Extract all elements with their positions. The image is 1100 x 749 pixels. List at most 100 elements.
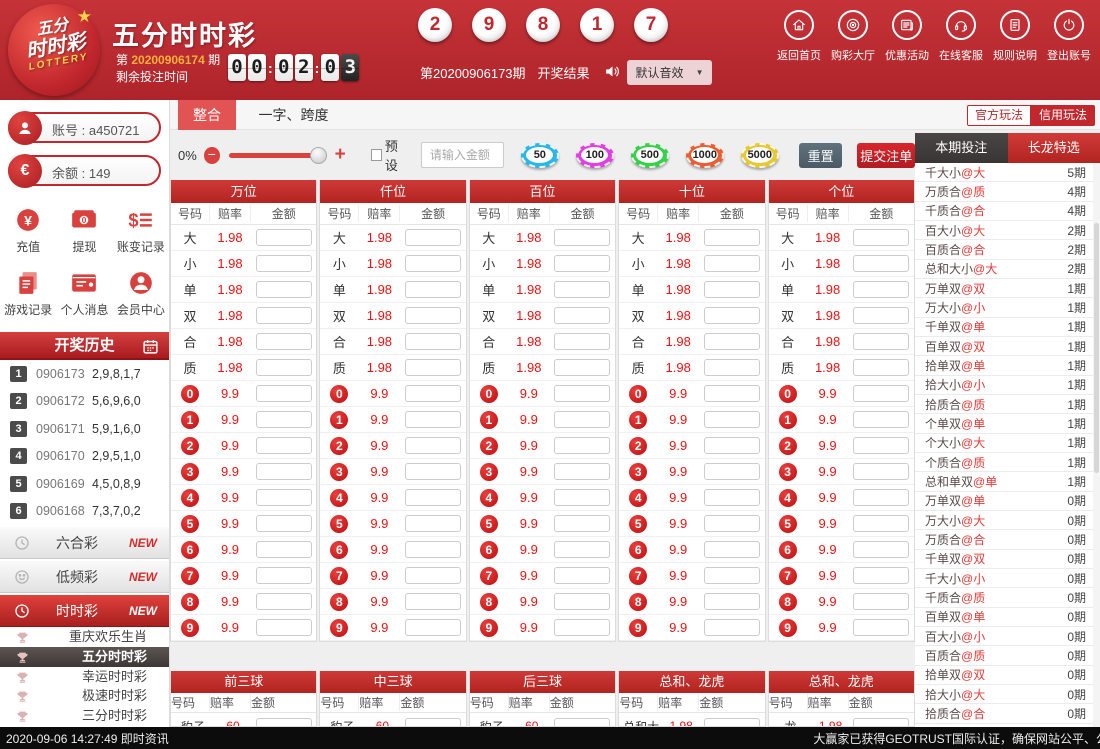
bet-amount-input[interactable]	[853, 411, 909, 428]
bet-amount-input[interactable]	[554, 463, 610, 480]
bet-amount-input[interactable]	[704, 307, 760, 324]
category-时时彩[interactable]: 时时彩NEW	[0, 594, 169, 627]
calendar-icon[interactable]	[142, 337, 159, 365]
bet-amount-input[interactable]	[554, 411, 610, 428]
bet-amount-input[interactable]	[554, 593, 610, 610]
chip-500[interactable]: 500	[631, 143, 669, 168]
bet-amount-input[interactable]	[853, 229, 909, 246]
bet-amount-input[interactable]	[256, 333, 312, 350]
bet-amount-input[interactable]	[405, 489, 461, 506]
tab-current-bets[interactable]: 本期投注	[915, 133, 1008, 163]
bet-amount-input[interactable]	[554, 281, 610, 298]
nav-item-power[interactable]: 登出账号	[1042, 10, 1096, 63]
bet-amount-input[interactable]	[853, 567, 909, 584]
bet-amount-input[interactable]	[256, 385, 312, 402]
bet-amount-input[interactable]	[704, 229, 760, 246]
bet-amount-input[interactable]	[554, 359, 610, 376]
bet-amount-input[interactable]	[256, 437, 312, 454]
lottery-item[interactable]: 极速时时彩	[0, 686, 169, 706]
bet-amount-input[interactable]	[853, 463, 909, 480]
bet-amount-input[interactable]	[853, 307, 909, 324]
submit-bet-button[interactable]: 提交注单	[857, 143, 915, 168]
bet-amount-input[interactable]	[256, 307, 312, 324]
chip-5000[interactable]: 5000	[741, 143, 779, 168]
bet-amount-input[interactable]	[704, 255, 760, 272]
panel-scrollbar[interactable]	[1093, 163, 1100, 727]
bet-amount-input[interactable]	[405, 229, 461, 246]
bet-amount-input[interactable]	[405, 541, 461, 558]
bet-amount-input[interactable]	[405, 567, 461, 584]
category-六合彩[interactable]: 六合彩NEW	[0, 526, 169, 559]
bet-amount-input[interactable]	[704, 411, 760, 428]
bet-amount-input[interactable]	[853, 541, 909, 558]
bet-amount-input[interactable]	[704, 385, 760, 402]
bet-amount-input[interactable]	[405, 411, 461, 428]
chip-100[interactable]: 100	[576, 143, 614, 168]
bet-amount-input[interactable]	[554, 307, 610, 324]
nav-item-disc[interactable]: 购彩大厅	[826, 10, 880, 63]
bet-amount-input[interactable]	[554, 541, 610, 558]
nav-item-news[interactable]: 优惠活动	[880, 10, 934, 63]
bet-amount-input[interactable]	[704, 463, 760, 480]
bet-amount-input[interactable]	[256, 718, 312, 728]
quick-action-withdraw[interactable]: 0提现	[56, 198, 112, 261]
bet-amount-input[interactable]	[405, 718, 461, 728]
bet-amount-input[interactable]	[256, 411, 312, 428]
bet-amount-input[interactable]	[554, 619, 610, 636]
bet-amount-input[interactable]	[256, 255, 312, 272]
bet-amount-input[interactable]	[405, 515, 461, 532]
bet-amount-input[interactable]	[853, 255, 909, 272]
bet-amount-input[interactable]	[405, 437, 461, 454]
slider-thumb[interactable]	[310, 147, 327, 164]
tab-combined[interactable]: 整合	[178, 100, 236, 130]
bet-amount-input[interactable]	[554, 333, 610, 350]
bet-amount-input[interactable]	[554, 229, 610, 246]
quick-action-account-log[interactable]: $账变记录	[113, 198, 169, 261]
bet-amount-input[interactable]	[704, 437, 760, 454]
bet-amount-input[interactable]	[256, 359, 312, 376]
bet-amount-input[interactable]	[405, 463, 461, 480]
reset-button[interactable]: 重置	[799, 143, 843, 168]
bet-amount-input[interactable]	[704, 718, 760, 728]
bet-amount-input[interactable]	[256, 541, 312, 558]
bet-amount-input[interactable]	[554, 255, 610, 272]
nav-item-rules[interactable]: 规则说明	[988, 10, 1042, 63]
rebate-slider[interactable]	[229, 153, 319, 158]
lottery-item[interactable]: 五分时时彩	[0, 647, 169, 667]
bet-amount-input[interactable]	[405, 333, 461, 350]
chip-50[interactable]: 50	[521, 143, 559, 168]
amount-input[interactable]	[421, 142, 504, 168]
bet-amount-input[interactable]	[554, 718, 610, 728]
sound-effect-select[interactable]: 默认音效 ▼	[627, 60, 713, 85]
lottery-item[interactable]: 幸运时时彩	[0, 667, 169, 687]
tab-single-span[interactable]: 一字、跨度	[240, 100, 346, 130]
bet-amount-input[interactable]	[256, 489, 312, 506]
bet-amount-input[interactable]	[256, 281, 312, 298]
bet-amount-input[interactable]	[704, 541, 760, 558]
quick-action-message[interactable]: 个人消息	[56, 261, 112, 324]
bet-amount-input[interactable]	[554, 567, 610, 584]
bet-amount-input[interactable]	[405, 359, 461, 376]
scrollbar-thumb[interactable]	[1094, 223, 1099, 473]
bet-amount-input[interactable]	[405, 619, 461, 636]
bet-amount-input[interactable]	[256, 567, 312, 584]
bet-amount-input[interactable]	[554, 437, 610, 454]
nav-item-headset[interactable]: 在线客服	[934, 10, 988, 63]
bet-amount-input[interactable]	[853, 515, 909, 532]
bet-amount-input[interactable]	[256, 515, 312, 532]
bet-amount-input[interactable]	[704, 489, 760, 506]
lottery-item[interactable]: 重庆欢乐生肖	[0, 627, 169, 647]
bet-amount-input[interactable]	[853, 593, 909, 610]
tab-credit-play[interactable]: 信用玩法	[1031, 105, 1095, 126]
bet-amount-input[interactable]	[256, 593, 312, 610]
bet-amount-input[interactable]	[256, 619, 312, 636]
tab-official-play[interactable]: 官方玩法	[967, 105, 1031, 126]
bet-amount-input[interactable]	[704, 619, 760, 636]
bet-amount-input[interactable]	[704, 593, 760, 610]
lottery-item[interactable]: 三分时时彩	[0, 706, 169, 726]
preset-checkbox[interactable]	[371, 149, 382, 161]
bet-amount-input[interactable]	[704, 359, 760, 376]
bet-amount-input[interactable]	[853, 333, 909, 350]
bet-amount-input[interactable]	[256, 229, 312, 246]
bet-amount-input[interactable]	[853, 489, 909, 506]
